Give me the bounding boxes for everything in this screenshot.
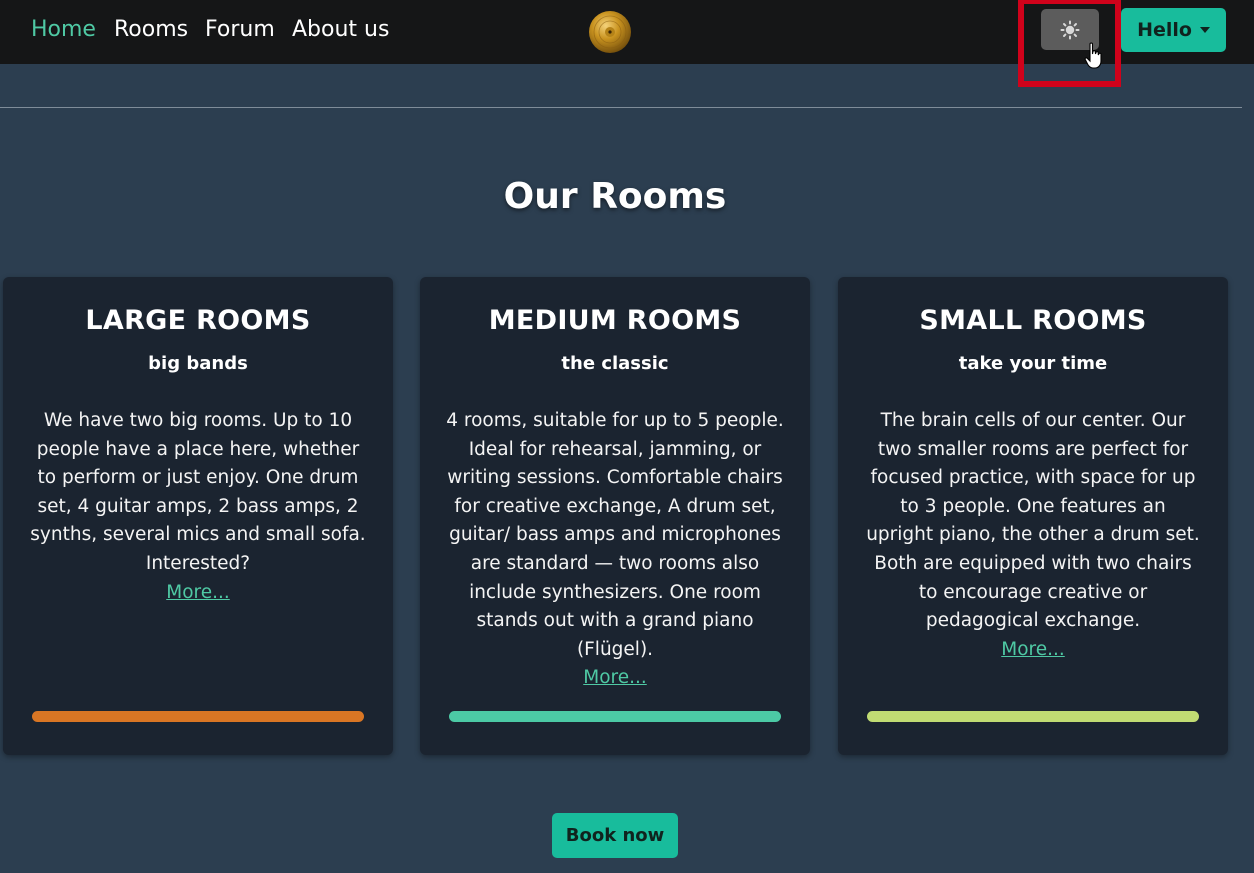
card-description: We have two big rooms. Up to 10 people h… bbox=[29, 407, 367, 607]
book-now-button[interactable]: Book now bbox=[552, 813, 678, 858]
card-title: MEDIUM ROOMS bbox=[488, 305, 742, 336]
page-title: Our Rooms bbox=[503, 176, 727, 217]
card-subtitle: take your time bbox=[958, 353, 1108, 374]
room-card-large: LARGE ROOMS big bands We have two big ro… bbox=[3, 277, 393, 755]
room-card-small: SMALL ROOMS take your time The brain cel… bbox=[838, 277, 1228, 755]
user-menu-label: Hello bbox=[1137, 19, 1192, 41]
card-accent-bar bbox=[32, 711, 364, 722]
card-title: LARGE ROOMS bbox=[85, 305, 311, 336]
room-card-medium: MEDIUM ROOMS the classic 4 rooms, suitab… bbox=[420, 277, 810, 755]
vinyl-record-icon[interactable] bbox=[588, 10, 632, 54]
nav-link-rooms[interactable]: Rooms bbox=[114, 14, 188, 46]
user-menu-dropdown[interactable]: Hello bbox=[1121, 8, 1226, 52]
card-subtitle: the classic bbox=[561, 353, 669, 374]
card-accent-bar bbox=[449, 711, 781, 722]
card-accent-bar bbox=[867, 711, 1199, 722]
more-link[interactable]: More... bbox=[166, 582, 230, 603]
card-title: SMALL ROOMS bbox=[919, 305, 1147, 336]
nav-link-home[interactable]: Home bbox=[31, 14, 96, 46]
more-link[interactable]: More... bbox=[583, 667, 647, 688]
card-body-text: We have two big rooms. Up to 10 people h… bbox=[30, 410, 366, 574]
card-description: 4 rooms, suitable for up to 5 people. Id… bbox=[446, 407, 784, 693]
card-body-text: The brain cells of our center. Our two s… bbox=[866, 410, 1200, 632]
sun-icon bbox=[1060, 20, 1080, 39]
nav-link-about-us[interactable]: About us bbox=[292, 14, 389, 46]
card-description: The brain cells of our center. Our two s… bbox=[864, 407, 1202, 664]
header-divider bbox=[0, 107, 1242, 108]
card-body-text: 4 rooms, suitable for up to 5 people. Id… bbox=[446, 410, 784, 660]
nav-link-forum[interactable]: Forum bbox=[205, 14, 275, 46]
theme-toggle-button[interactable] bbox=[1041, 9, 1099, 50]
more-link[interactable]: More... bbox=[1001, 639, 1065, 660]
caret-down-icon bbox=[1199, 27, 1210, 33]
top-navbar: Home Rooms Forum About us Hello bbox=[0, 0, 1254, 64]
card-subtitle: big bands bbox=[148, 353, 248, 374]
